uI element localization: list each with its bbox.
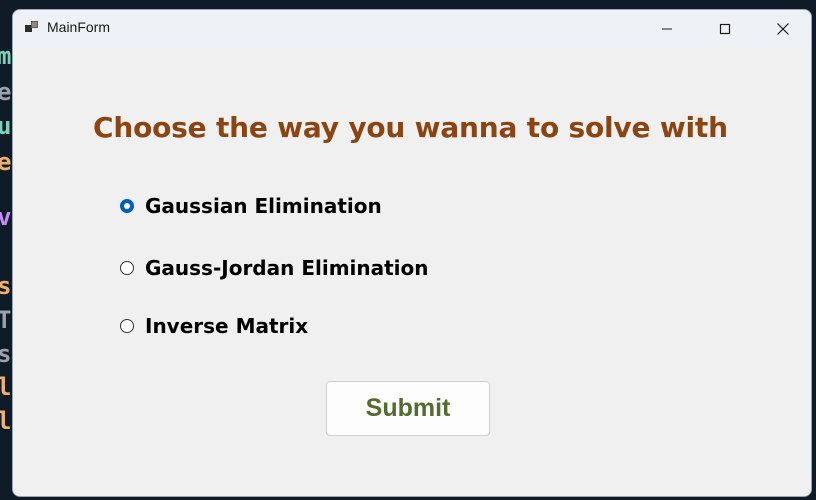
form-client-area: Choose the way you wanna to solve with G… [13, 47, 811, 496]
option-label: Gaussian Elimination [145, 194, 382, 218]
close-icon [777, 22, 789, 35]
option-gauss-jordan-elimination[interactable]: Gauss-Jordan Elimination [120, 256, 429, 280]
maximize-button[interactable] [696, 10, 754, 47]
option-label: Inverse Matrix [145, 314, 309, 338]
maximize-icon [719, 23, 731, 34]
minimize-button[interactable] [638, 10, 696, 47]
option-gaussian-elimination[interactable]: Gaussian Elimination [120, 194, 382, 218]
window-title: MainForm [47, 19, 111, 35]
main-window: MainForm Choose the way you wanna to sol… [12, 9, 812, 497]
radio-button[interactable] [120, 261, 134, 275]
radio-button[interactable] [120, 319, 134, 333]
background-top-strip [0, 0, 816, 9]
title-bar[interactable]: MainForm [13, 10, 811, 47]
radio-button-checked[interactable] [120, 199, 134, 213]
option-inverse-matrix[interactable]: Inverse Matrix [120, 314, 308, 338]
app-window-icon [25, 21, 38, 32]
close-button[interactable] [754, 10, 811, 47]
minimize-icon [662, 28, 672, 29]
submit-button[interactable]: Submit [326, 381, 490, 436]
option-label: Gauss-Jordan Elimination [145, 256, 429, 280]
form-heading: Choose the way you wanna to solve with [93, 111, 728, 144]
